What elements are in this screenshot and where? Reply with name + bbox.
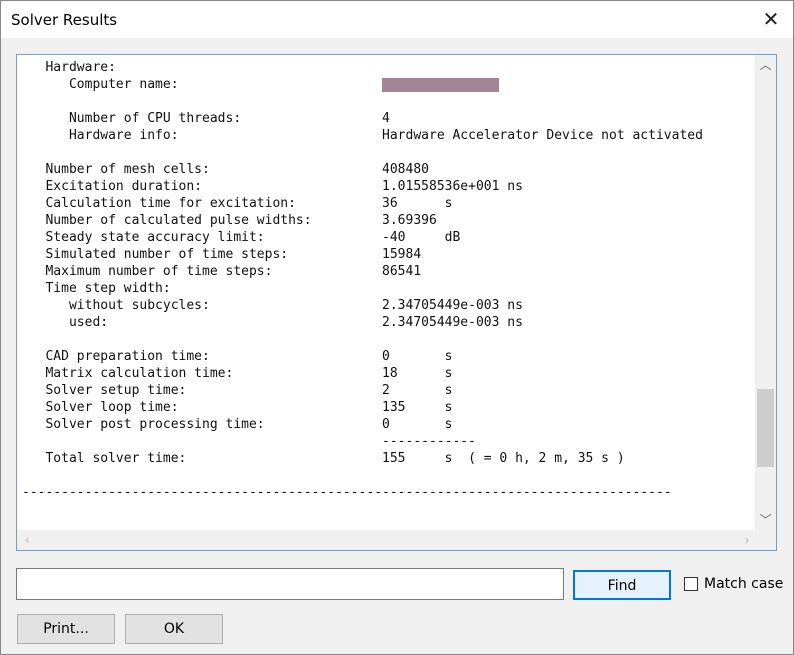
find-input[interactable]	[16, 568, 564, 600]
log-line: Total solver time: 155 s ( = 0 h, 2 m, 3…	[22, 451, 625, 466]
scroll-up-icon[interactable]: ︿	[755, 55, 776, 76]
match-case-label[interactable]: Match case	[704, 576, 783, 592]
log-line: Hardware info: Hardware Accelerator Devi…	[22, 128, 703, 143]
log-line: Number of CPU threads: 4	[22, 111, 390, 126]
log-line: Number of calculated pulse widths: 3.693…	[22, 213, 437, 228]
print-button[interactable]: Print...	[17, 614, 115, 644]
horizontal-scrollbar[interactable]: ‹ ›	[17, 530, 757, 550]
log-line: ------------	[22, 434, 476, 449]
log-line: Simulated number of time steps: 15984	[22, 247, 422, 262]
vertical-scrollbar[interactable]: ︿ ﹀	[755, 55, 776, 531]
log-line: Matrix calculation time: 18 s	[22, 366, 453, 381]
log-line: Excitation duration: 1.01558536e+001 ns	[22, 179, 523, 194]
results-log: Hardware: Computer name: Number of CPU t…	[22, 59, 757, 501]
results-text-area[interactable]: Hardware: Computer name: Number of CPU t…	[16, 54, 777, 551]
log-line: Solver setup time: 2 s	[22, 383, 453, 398]
scroll-down-icon[interactable]: ﹀	[755, 510, 776, 531]
scroll-right-icon[interactable]: ›	[737, 530, 757, 550]
log-line: CAD preparation time: 0 s	[22, 349, 453, 364]
log-line: Time step width:	[22, 281, 171, 296]
find-button[interactable]: Find	[573, 570, 671, 600]
solver-results-window: Solver Results ✕ Hardware: Computer name…	[0, 0, 794, 655]
ok-button[interactable]: OK	[125, 614, 223, 644]
log-line-computer-name: Computer name:	[22, 76, 757, 93]
window-title: Solver Results	[11, 11, 118, 29]
redacted-computer-name	[382, 77, 500, 92]
log-line: Steady state accuracy limit: -40 dB	[22, 230, 461, 245]
scroll-left-icon[interactable]: ‹	[17, 530, 37, 550]
title-bar: Solver Results ✕	[1, 1, 793, 38]
vertical-scroll-thumb[interactable]	[757, 389, 774, 467]
log-line: Calculation time for excitation: 36 s	[22, 196, 453, 211]
log-line: Solver post processing time: 0 s	[22, 417, 453, 432]
close-icon[interactable]: ✕	[759, 7, 783, 31]
log-line: used: 2.34705449e-003 ns	[22, 315, 523, 330]
log-line: ----------------------------------------…	[22, 485, 672, 500]
log-line: Hardware:	[22, 60, 116, 75]
log-line: Number of mesh cells: 408480	[22, 162, 429, 177]
log-line: without subcycles: 2.34705449e-003 ns	[22, 298, 523, 313]
log-line: Maximum number of time steps: 86541	[22, 264, 422, 279]
scrollbar-corner	[755, 530, 776, 550]
log-line: Solver loop time: 135 s	[22, 400, 453, 415]
match-case-checkbox[interactable]	[684, 577, 698, 591]
